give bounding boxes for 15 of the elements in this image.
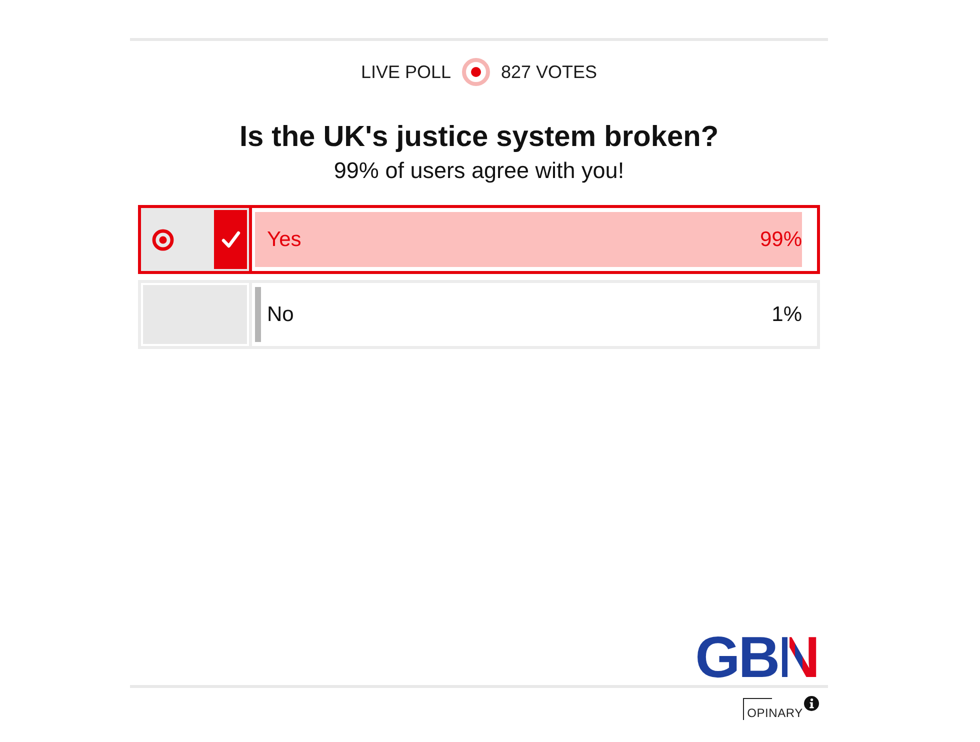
option-percent: 1% <box>772 302 802 328</box>
poll-question: Is the UK's justice system broken? <box>238 120 720 154</box>
check-icon <box>220 230 240 250</box>
checkbox[interactable] <box>214 210 247 269</box>
info-icon[interactable] <box>804 696 819 711</box>
result-message: 99% of users agree with you! <box>332 158 626 184</box>
provider-logo[interactable]: OPINARY <box>743 698 803 720</box>
option-label: No <box>267 302 294 328</box>
poll-option[interactable]: No 1% <box>138 280 820 349</box>
live-indicator-icon <box>462 58 490 86</box>
vote-count: 827 VOTES <box>501 61 598 83</box>
option-percent: 99% <box>760 226 802 252</box>
target-icon <box>152 228 174 250</box>
live-poll-label: LIVE POLL <box>360 61 451 83</box>
option-label: Yes <box>267 226 302 252</box>
